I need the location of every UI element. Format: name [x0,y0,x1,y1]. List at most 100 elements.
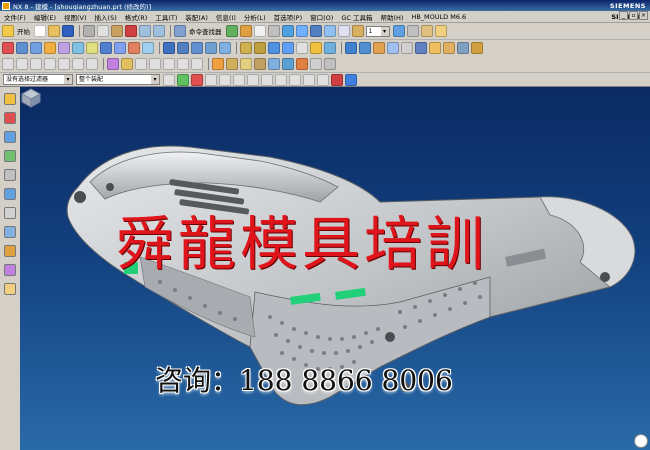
bridge-curve-icon[interactable] [149,58,161,70]
system-materials-icon[interactable] [4,226,16,238]
assembly-navigator-icon[interactable] [4,93,16,105]
constraint-navigator-icon[interactable] [4,112,16,124]
paste-icon[interactable] [111,25,123,37]
offset-face-icon[interactable] [296,42,308,54]
snap-control-icon[interactable] [233,73,245,86]
orient-view-icon[interactable] [634,434,648,448]
selection-scope-select[interactable]: 整个装配 [76,74,160,85]
refresh-icon[interactable] [225,25,238,37]
snap-quadrant-icon[interactable] [275,73,287,86]
close-icon[interactable]: × [639,11,648,20]
polygon-icon[interactable] [72,58,84,70]
offset-curve-icon[interactable] [107,58,119,70]
save-icon[interactable] [62,25,74,37]
reuse-library-icon[interactable] [4,150,16,162]
graphics-window[interactable]: 舜龍模具培訓 咨询：188 8866 8006 [20,87,650,450]
hole-icon[interactable] [44,42,56,54]
menu-preferences[interactable]: 首选项(P) [270,12,307,22]
pattern-icon[interactable] [310,42,322,54]
deselect-icon[interactable] [191,73,203,86]
start-button[interactable]: 开始 [17,26,30,36]
extension-icon[interactable] [324,58,336,70]
menu-analysis[interactable]: 分析(L) [240,12,270,22]
menu-gc-toolbox[interactable]: GC 工具箱 [337,12,376,22]
boss-icon[interactable] [58,42,70,54]
wcs-icon[interactable] [392,25,405,37]
view-orient-icon[interactable] [323,25,336,37]
circle-icon[interactable] [30,58,42,70]
snap-point-icon[interactable] [289,73,301,86]
block-icon[interactable] [100,42,112,54]
shaded-icon[interactable] [295,25,308,37]
draft-icon[interactable] [282,42,294,54]
move-face-icon[interactable] [359,42,371,54]
extrude-icon[interactable] [16,42,28,54]
sphere-icon[interactable] [142,42,154,54]
snap-on-curve-icon[interactable] [303,73,315,86]
studio-surface-icon[interactable] [268,58,280,70]
roles-icon[interactable] [4,264,16,276]
trim-curve-icon[interactable] [177,58,189,70]
start-icon[interactable] [2,25,14,37]
type-filter-select[interactable]: 没有选择过滤器 [3,74,73,85]
rectangle-icon[interactable] [58,58,70,70]
datum-axis-icon[interactable] [443,42,455,54]
menu-assembly[interactable]: 装配(A) [181,12,212,22]
menu-window[interactable]: 窗口(O) [306,12,337,22]
wcs-display-icon[interactable] [345,73,357,86]
sew-icon[interactable] [387,42,399,54]
arc-icon[interactable] [16,58,28,70]
system-scenes-icon[interactable] [4,283,16,295]
move-object-icon[interactable] [406,25,419,37]
through-curves-icon[interactable] [212,58,224,70]
history-icon[interactable] [4,207,16,219]
project-curve-icon[interactable] [121,58,133,70]
unite-icon[interactable] [163,42,175,54]
restore-icon[interactable]: ▫ [629,11,638,20]
snap-intersection-icon[interactable] [247,73,259,86]
copy-icon[interactable] [97,25,109,37]
menu-file[interactable]: 文件(F) [0,12,30,22]
menu-insert[interactable]: 插入(S) [91,12,121,22]
new-file-icon[interactable] [34,25,46,37]
replace-face-icon[interactable] [345,42,357,54]
layer-select[interactable]: 1 [365,25,390,37]
process-studio-icon[interactable] [4,245,16,257]
layer-settings-icon[interactable] [351,25,364,37]
analysis-icon[interactable] [434,25,447,37]
snap-center-icon[interactable] [261,73,273,86]
snap-off-icon[interactable] [331,73,343,86]
edge-blend-icon[interactable] [240,42,252,54]
datum-plane-icon[interactable] [429,42,441,54]
trimmed-sheet-icon[interactable] [310,58,322,70]
chamfer-icon[interactable] [254,42,266,54]
divide-curve-icon[interactable] [191,58,203,70]
menu-info[interactable]: 信息(I) [212,12,240,22]
measure-icon[interactable] [420,25,433,37]
menu-tools[interactable]: 工具(T) [151,12,181,22]
trim-body-icon[interactable] [205,42,217,54]
emboss-icon[interactable] [471,42,483,54]
join-curve-icon[interactable] [163,58,175,70]
fit-view-icon[interactable] [239,25,252,37]
revolve-icon[interactable] [30,42,42,54]
web-browser-icon[interactable] [4,188,16,200]
ruled-icon[interactable] [254,58,266,70]
part-navigator-icon[interactable] [4,131,16,143]
text-icon[interactable] [86,58,98,70]
minimize-icon[interactable]: _ [619,11,628,20]
menu-hb-mould[interactable]: HB_MOULD M6.6 [407,13,470,21]
thicken-icon[interactable] [415,42,427,54]
delete-icon[interactable] [125,25,137,37]
n-sided-surface-icon[interactable] [282,58,294,70]
patch-icon[interactable] [401,42,413,54]
select-all-icon[interactable] [177,73,189,86]
redo-icon[interactable] [153,25,165,37]
subtract-icon[interactable] [177,42,189,54]
shell-icon[interactable] [268,42,280,54]
snap-midpoint-icon[interactable] [219,73,231,86]
cylinder-icon[interactable] [114,42,126,54]
line-icon[interactable] [2,58,14,70]
zoom-icon[interactable] [253,25,266,37]
command-finder-button[interactable]: 命令查找器 [189,26,222,36]
